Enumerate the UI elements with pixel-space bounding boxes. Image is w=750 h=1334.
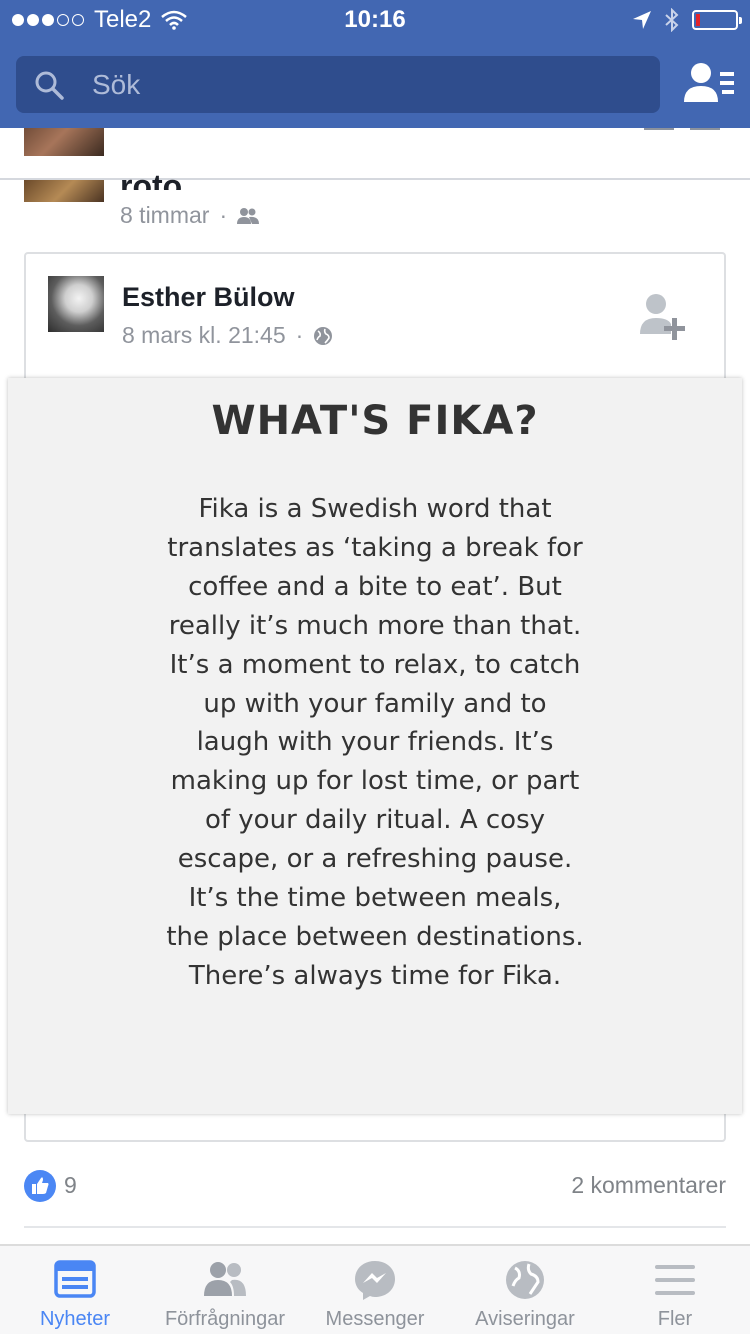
previous-post-meta: 8 timmar · — [120, 202, 260, 229]
previous-post-avatar[interactable] — [24, 128, 104, 156]
tab-bar: Nyheter Förfrågningar Messenger Aviserin… — [0, 1244, 750, 1334]
reactions-bar: 9 2 kommentarer — [24, 1166, 726, 1216]
tab-label: Aviseringar — [475, 1308, 575, 1330]
friend-requests-icon — [204, 1262, 246, 1296]
news-feed-icon — [54, 1260, 96, 1298]
tab-label: Fler — [657, 1308, 693, 1330]
divider — [24, 1226, 726, 1228]
bluetooth-icon — [665, 8, 679, 32]
tab-label: Förfrågningar — [164, 1308, 286, 1330]
search-icon — [35, 71, 64, 100]
post-meta: 8 mars kl. 21:45 · — [122, 322, 333, 349]
search-bar[interactable] — [16, 56, 660, 113]
post-image[interactable]: WHAT'S FIKA? Fika is a Swedish word that… — [8, 378, 742, 1114]
like-count[interactable]: 9 — [64, 1172, 77, 1199]
add-friend-icon[interactable] — [638, 290, 688, 342]
image-title: WHAT'S FIKA? — [211, 398, 539, 444]
app-header: Tele2 10:16 — [0, 0, 750, 128]
search-input[interactable] — [92, 68, 612, 101]
meta-separator: · — [219, 202, 228, 228]
battery-icon — [692, 10, 742, 30]
status-bar: Tele2 10:16 — [0, 0, 750, 40]
friends-audience-icon — [237, 207, 260, 224]
location-arrow-icon — [633, 11, 651, 29]
tab-news-feed[interactable]: Nyheter — [0, 1246, 150, 1334]
previous-post-fragment — [120, 128, 129, 147]
previous-post-actions[interactable] — [644, 128, 720, 130]
like-reaction-icon[interactable] — [24, 1170, 56, 1202]
author-avatar[interactable] — [48, 276, 104, 332]
tab-messenger[interactable]: Messenger — [300, 1246, 450, 1334]
tab-friend-requests[interactable]: Förfrågningar — [150, 1246, 300, 1334]
post-author[interactable]: Esther Bülow — [122, 282, 295, 313]
post-timestamp[interactable]: 8 mars kl. 21:45 — [122, 322, 286, 349]
news-feed[interactable]: roto. 8 timmar · Esther Bülow 8 mars kl.… — [0, 128, 750, 1244]
tab-label: Messenger — [325, 1308, 425, 1330]
tab-label: Nyheter — [39, 1308, 111, 1330]
status-indicators — [632, 8, 742, 32]
previous-post-timestamp[interactable]: 8 timmar — [120, 202, 209, 229]
image-body-text: Fika is a Swedish word that translates a… — [166, 494, 584, 991]
previous-post-title: roto. — [120, 168, 192, 190]
tab-notifications[interactable]: Aviseringar — [450, 1246, 600, 1334]
previous-post-photo[interactable] — [24, 180, 104, 202]
comment-count[interactable]: 2 kommentarer — [571, 1172, 726, 1199]
previous-post-footer: roto. 8 timmar · — [0, 168, 750, 240]
friends-list-icon[interactable] — [684, 60, 734, 108]
globe-notifications-icon — [506, 1261, 544, 1299]
tab-more[interactable]: Fler — [600, 1246, 750, 1334]
messenger-icon — [355, 1261, 395, 1300]
meta-separator: · — [295, 322, 304, 348]
globe-audience-icon — [314, 326, 333, 345]
previous-post-header[interactable] — [0, 128, 750, 180]
menu-icon — [655, 1265, 695, 1295]
